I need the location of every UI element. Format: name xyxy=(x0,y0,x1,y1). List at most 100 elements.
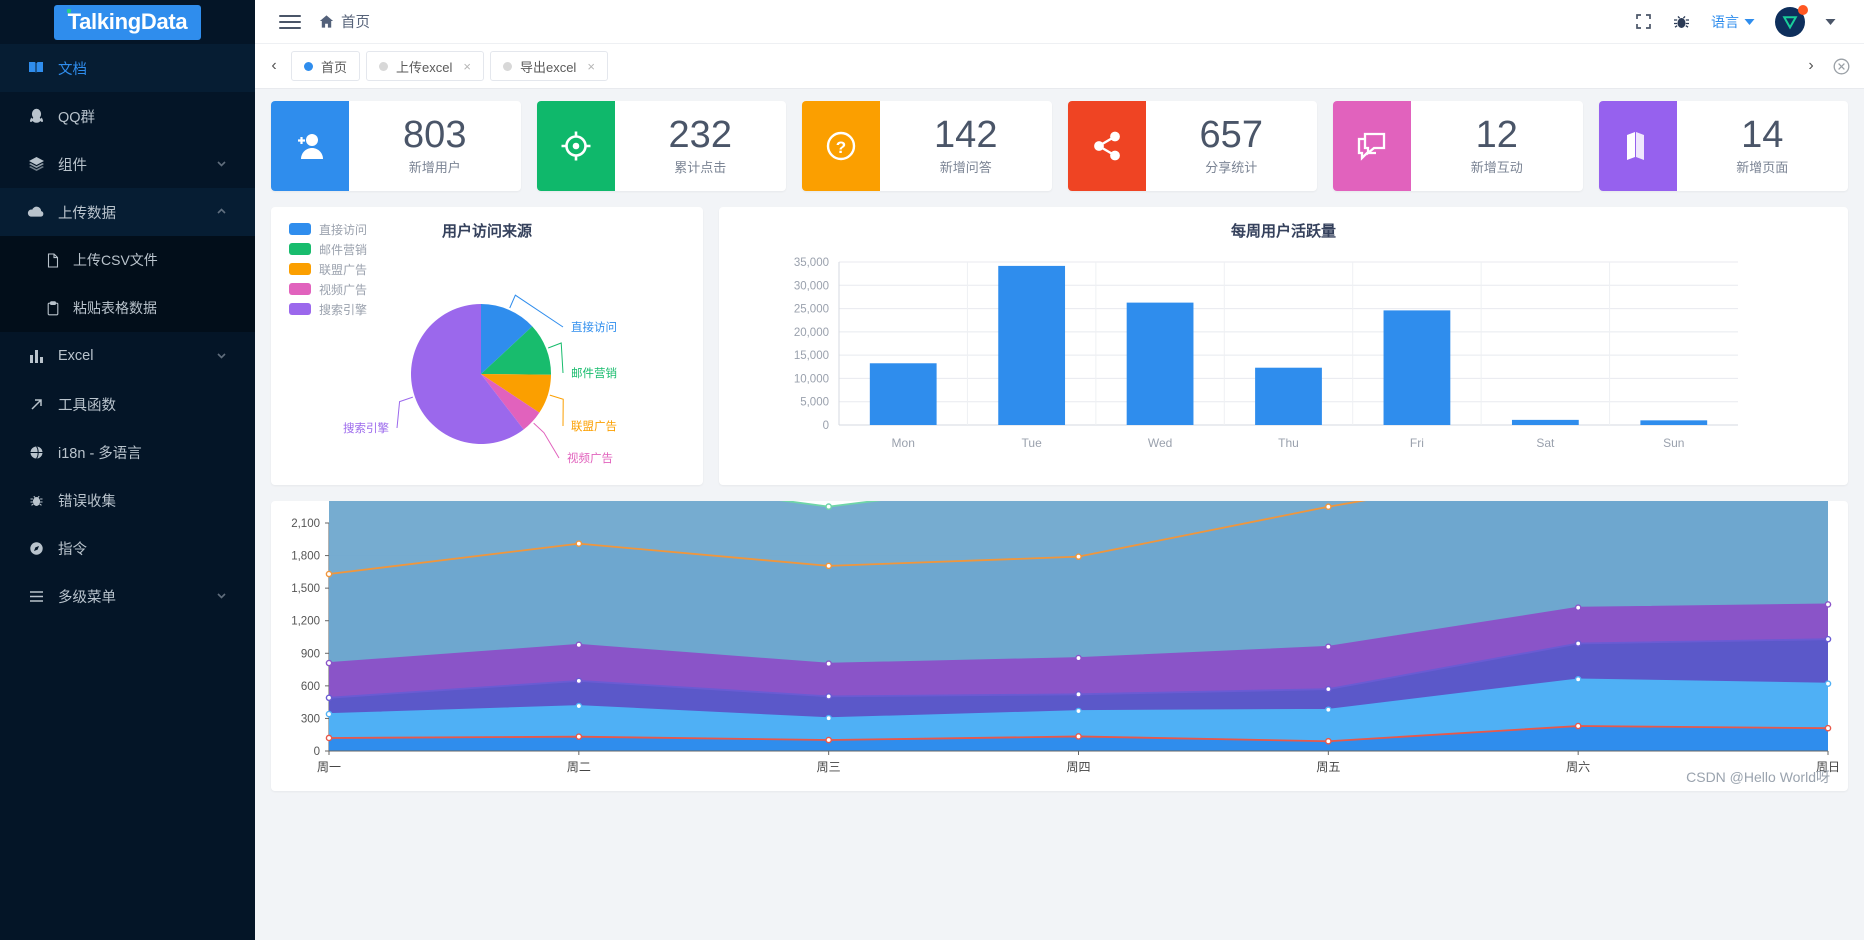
dashboard-content: 803 新增用户 232 累计点击 ? 142 新增问答 657 分享统计 12… xyxy=(255,89,1864,940)
close-all-tabs-button[interactable] xyxy=(1824,58,1858,75)
svg-text:0: 0 xyxy=(823,420,829,432)
close-icon[interactable]: × xyxy=(587,59,595,74)
tab-scroll-right-button[interactable]: › xyxy=(1798,44,1824,89)
sidebar-item-label: 多级菜单 xyxy=(58,589,116,606)
notification-dot xyxy=(1798,4,1808,15)
area-chart-panel: 03006009001,2001,5001,8002,1008206455467… xyxy=(271,501,1848,791)
avatar[interactable] xyxy=(1775,4,1808,37)
legend-label: 联盟广告 xyxy=(319,262,368,277)
tab-home[interactable]: 首页 xyxy=(291,51,361,81)
stat-label: 分享统计 xyxy=(1205,160,1258,176)
svg-text:?: ? xyxy=(836,138,846,157)
sidebar-subitem-label: 上传CSV文件 xyxy=(73,252,158,268)
stat-label: 新增问答 xyxy=(939,160,992,176)
tab-label: 导出excel xyxy=(519,59,577,75)
sidebar-item-directives[interactable]: 指令 xyxy=(0,524,255,572)
chevron-down-icon xyxy=(215,349,229,363)
language-selector[interactable]: 语言 xyxy=(1711,12,1755,32)
bar-chart-panel: 每周用户活跃量 35,000 30,000 25,000 20,000 15,000 10… xyxy=(719,207,1848,485)
sidebar-item-excel[interactable]: Excel xyxy=(0,332,255,380)
legend-item[interactable]: 邮件营销 xyxy=(289,239,367,259)
tab-strip: ‹ 首页 上传excel × 导出excel × › xyxy=(255,44,1864,89)
stat-value: 14 xyxy=(1741,113,1784,156)
bar-chart-svg: 35,000 30,000 25,000 20,000 15,000 10,000 5,00… xyxy=(794,257,1738,450)
svg-text:600: 600 xyxy=(301,681,320,693)
menu-list-icon xyxy=(26,590,46,603)
stat-label: 新增用户 xyxy=(408,160,461,176)
stat-card-new-pages[interactable]: 14 新增页面 xyxy=(1598,101,1848,191)
tab-upload-excel[interactable]: 上传excel × xyxy=(366,51,484,81)
svg-text:25,000: 25,000 xyxy=(794,304,829,316)
sidebar-item-multilevel-menu[interactable]: 多级菜单 xyxy=(0,572,255,620)
sidebar-item-label: 组件 xyxy=(58,157,87,174)
svg-text:Mon: Mon xyxy=(892,436,915,450)
legend-item[interactable]: 联盟广告 xyxy=(289,259,367,279)
sidebar-item-paste-table[interactable]: 粘贴表格数据 xyxy=(0,284,255,332)
svg-text:1,500: 1,500 xyxy=(291,583,320,595)
stat-label: 累计点击 xyxy=(674,160,727,176)
tab-list: 首页 上传excel × 导出excel × xyxy=(287,44,1798,89)
close-icon[interactable]: × xyxy=(463,59,471,74)
svg-text:20,000: 20,000 xyxy=(794,327,829,339)
file-icon xyxy=(44,252,62,268)
svg-text:联盟广告: 联盟广告 xyxy=(571,419,617,433)
svg-text:0: 0 xyxy=(314,746,320,758)
legend-label: 邮件营销 xyxy=(319,242,368,257)
svg-text:35,000: 35,000 xyxy=(794,257,829,269)
tab-status-dot xyxy=(304,61,313,71)
sidebar-item-components[interactable]: 组件 xyxy=(0,140,255,188)
stat-card-new-questions[interactable]: ? 142 新增问答 xyxy=(802,101,1052,191)
bug-icon[interactable] xyxy=(1672,13,1691,31)
user-add-icon xyxy=(271,101,349,191)
hamburger-icon[interactable] xyxy=(279,11,301,33)
brand-logo[interactable]: TalkingData xyxy=(0,0,255,44)
svg-text:300: 300 xyxy=(301,713,320,725)
clipboard-icon xyxy=(44,300,62,316)
sidebar-item-upload-data[interactable]: 上传数据 xyxy=(0,188,255,236)
bug-icon xyxy=(26,493,46,508)
bar-chart-title: 每周用户活跃量 xyxy=(1230,223,1336,240)
sidebar-item-label: 文档 xyxy=(58,61,87,78)
stat-card-new-users[interactable]: 803 新增用户 xyxy=(271,101,521,191)
stat-card-row: 803 新增用户 232 累计点击 ? 142 新增问答 657 分享统计 12… xyxy=(271,101,1848,191)
svg-text:周三: 周三 xyxy=(817,760,841,774)
stat-value: 232 xyxy=(668,113,732,156)
stat-card-share-stats[interactable]: 657 分享统计 xyxy=(1067,101,1317,191)
stat-body: 232 累计点击 xyxy=(615,101,787,191)
tab-scroll-left-button[interactable]: ‹ xyxy=(261,44,287,89)
stat-body: 803 新增用户 xyxy=(349,101,521,191)
sidebar-item-label: Excel xyxy=(58,348,94,364)
sidebar-item-qq[interactable]: QQ群 xyxy=(0,92,255,140)
sidebar-item-tool-functions[interactable]: 工具函数 xyxy=(0,380,255,428)
svg-text:视频广告: 视频广告 xyxy=(567,451,613,465)
stat-value: 657 xyxy=(1199,113,1263,156)
pie-legend: 直接访问 邮件营销 联盟广告 视频广告 搜索引擎 xyxy=(289,219,367,319)
tab-export-excel[interactable]: 导出excel × xyxy=(489,51,608,81)
legend-swatch xyxy=(289,263,311,275)
stat-card-new-interactions[interactable]: 12 新增互动 xyxy=(1333,101,1583,191)
brand-logo-text: TalkingData xyxy=(53,4,202,40)
stat-body: 12 新增互动 xyxy=(1411,101,1583,191)
stat-card-total-clicks[interactable]: 232 累计点击 xyxy=(536,101,787,191)
legend-item[interactable]: 搜索引擎 xyxy=(289,299,367,319)
breadcrumb-label: 首页 xyxy=(341,15,370,31)
tab-label: 首页 xyxy=(321,59,348,75)
fullscreen-icon[interactable] xyxy=(1635,13,1652,30)
header-actions: 语言 xyxy=(1635,4,1850,37)
tab-status-dot xyxy=(502,61,512,71)
stat-body: 142 新增问答 xyxy=(880,101,1052,191)
svg-text:周一: 周一 xyxy=(317,760,341,774)
sidebar-item-error-collect[interactable]: 错误收集 xyxy=(0,476,255,524)
legend-label: 视频广告 xyxy=(319,282,368,297)
svg-text:Tue: Tue xyxy=(1022,436,1043,450)
legend-item[interactable]: 视频广告 xyxy=(289,279,367,299)
chevron-down-icon[interactable] xyxy=(1825,18,1836,26)
sidebar-item-label: 工具函数 xyxy=(58,397,116,414)
sidebar-item-i18n[interactable]: i18n - 多语言 xyxy=(0,428,255,476)
legend-item[interactable]: 直接访问 xyxy=(289,219,367,239)
area-chart-svg: 03006009001,2001,5001,8002,1008206455467… xyxy=(291,501,1840,774)
sidebar-item-docs[interactable]: 文档 xyxy=(0,44,255,92)
svg-text:Fri: Fri xyxy=(1410,436,1424,450)
sidebar-item-upload-csv[interactable]: 上传CSV文件 xyxy=(0,236,255,284)
sidebar-item-label: QQ群 xyxy=(58,109,96,126)
